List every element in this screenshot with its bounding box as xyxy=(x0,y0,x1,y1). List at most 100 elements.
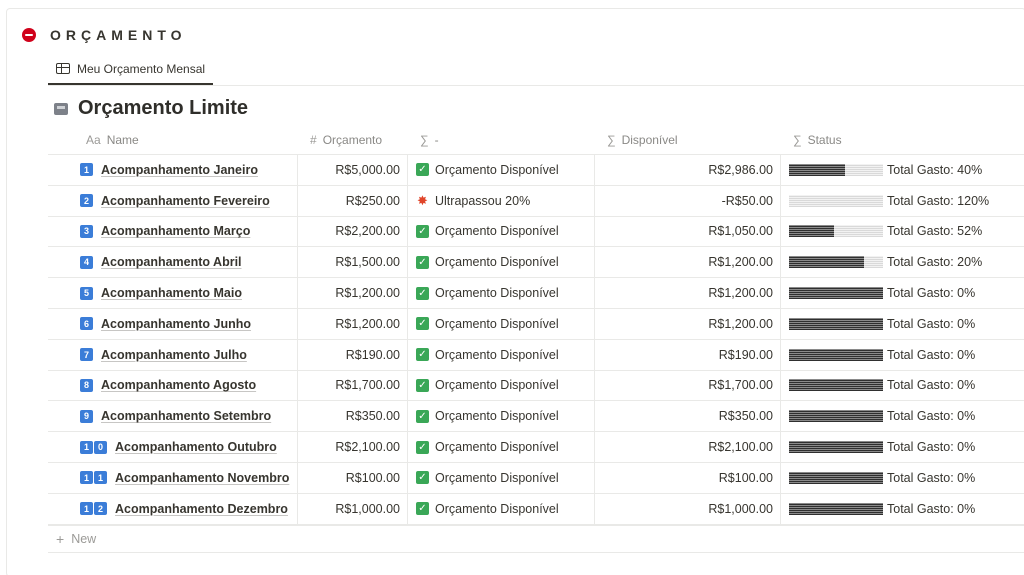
cell-disponivel[interactable]: R$1,000.00 xyxy=(595,493,781,524)
cell-orcamento[interactable]: R$2,100.00 xyxy=(298,432,408,462)
row-title-link[interactable]: Acompanhamento Julho xyxy=(101,348,247,362)
cell-name[interactable]: 1 Acompanhamento Janeiro xyxy=(48,155,298,185)
keycap-number-icon: 10 xyxy=(80,440,108,454)
cell-status[interactable]: Total Gasto: 0% xyxy=(781,494,1024,524)
cell-status[interactable]: Total Gasto: 40% xyxy=(781,155,1024,185)
table-row[interactable]: 8 Acompanhamento Agosto R$1,700.00 ✓ Orçamen… xyxy=(48,370,1024,402)
row-title-link[interactable]: Acompanhamento Junho xyxy=(101,317,251,331)
row-title-link[interactable]: Acompanhamento Fevereiro xyxy=(101,194,270,208)
row-title-link[interactable]: Acompanhamento Outubro xyxy=(115,440,277,454)
progress-bar-fill xyxy=(789,163,846,176)
section-title[interactable]: ORÇAMENTO xyxy=(50,27,187,43)
cell-name[interactable]: 8 Acompanhamento Agosto xyxy=(48,370,298,401)
cell-status[interactable]: Total Gasto: 0% xyxy=(781,463,1024,493)
cell-name[interactable]: 9 Acompanhamento Setembro xyxy=(48,401,298,432)
cell-formula[interactable]: ✓ Orçamento Disponível xyxy=(408,462,595,493)
cell-orcamento[interactable]: R$1,000.00 xyxy=(298,493,408,524)
cell-name[interactable]: 5 Acompanhamento Maio xyxy=(48,278,298,308)
row-title-link[interactable]: Acompanhamento Agosto xyxy=(101,378,256,392)
cell-orcamento[interactable]: R$1,200.00 xyxy=(298,308,408,339)
cell-orcamento[interactable]: R$250.00 xyxy=(298,185,408,216)
row-title-link[interactable]: Acompanhamento Novembro xyxy=(115,471,289,485)
cell-formula[interactable]: ✓ Orçamento Disponível xyxy=(408,370,595,401)
cell-orcamento[interactable]: R$1,500.00 xyxy=(298,247,408,278)
cell-status[interactable]: Total Gasto: 20% xyxy=(781,247,1024,277)
cell-formula[interactable]: ✓ Orçamento Disponível xyxy=(408,493,595,524)
progress-bar-fill xyxy=(789,410,883,423)
cell-name[interactable]: 1 2 Acompanhamento Dezembro xyxy=(48,493,298,524)
row-title-link[interactable]: Acompanhamento Maio xyxy=(101,286,242,300)
cell-disponivel[interactable]: R$1,050.00 xyxy=(595,216,781,247)
row-title-link[interactable]: Acompanhamento Janeiro xyxy=(101,163,258,177)
column-header-name[interactable]: Aa Name xyxy=(48,125,298,154)
cell-orcamento[interactable]: R$350.00 xyxy=(298,401,408,432)
cell-disponivel[interactable]: R$2,986.00 xyxy=(595,155,781,185)
cell-formula[interactable]: ✓ Orçamento Disponível xyxy=(408,216,595,247)
cell-name[interactable]: 6 Acompanhamento Junho xyxy=(48,308,298,339)
cell-status[interactable]: Total Gasto: 0% xyxy=(781,432,1024,462)
cell-disponivel[interactable]: R$350.00 xyxy=(595,401,781,432)
cell-disponivel[interactable]: R$1,200.00 xyxy=(595,308,781,339)
card-index-icon[interactable] xyxy=(54,102,68,115)
cell-formula[interactable]: ✓ Orçamento Disponível xyxy=(408,401,595,432)
cell-orcamento[interactable]: R$1,700.00 xyxy=(298,370,408,401)
table-row[interactable]: 5 Acompanhamento Maio R$1,200.00 ✓ Orçamento… xyxy=(48,278,1024,309)
cell-formula[interactable]: ✓ Orçamento Disponível xyxy=(408,247,595,278)
cell-name[interactable]: 2 Acompanhamento Fevereiro xyxy=(48,185,298,216)
cell-disponivel[interactable]: R$190.00 xyxy=(595,339,781,370)
table-row[interactable]: 1 0 Acompanhamento Outubro R$2,100.00 ✓ Orçam… xyxy=(48,432,1024,463)
table-row[interactable]: 6 Acompanhamento Junho R$1,200.00 ✓ Orçament… xyxy=(48,308,1024,340)
cell-formula[interactable]: ✸ Ultrapassou 20% xyxy=(408,185,595,216)
cell-name[interactable]: 4 Acompanhamento Abril xyxy=(48,247,298,278)
cell-orcamento[interactable]: R$100.00 xyxy=(298,462,408,493)
table-row[interactable]: 7 Acompanhamento Julho R$190.00 ✓ Orçamento … xyxy=(48,339,1024,371)
no-entry-icon[interactable] xyxy=(22,28,36,42)
cell-orcamento[interactable]: R$2,200.00 xyxy=(298,216,408,247)
cell-status[interactable]: Total Gasto: 120% xyxy=(781,186,1024,216)
cell-name[interactable]: 1 1 Acompanhamento Novembro xyxy=(48,462,298,493)
table-row[interactable]: 4 Acompanhamento Abril R$1,500.00 ✓ Orçament… xyxy=(48,247,1024,279)
cell-status[interactable]: Total Gasto: 0% xyxy=(781,340,1024,370)
new-row-button[interactable]: + New xyxy=(48,525,1024,553)
table-row[interactable]: 9 Acompanhamento Setembro R$350.00 ✓ Orçamen… xyxy=(48,401,1024,433)
progress-bar-track xyxy=(845,163,883,176)
cell-disponivel[interactable]: -R$50.00 xyxy=(595,185,781,216)
cell-formula[interactable]: ✓ Orçamento Disponível xyxy=(408,155,595,185)
cell-formula[interactable]: ✓ Orçamento Disponível xyxy=(408,339,595,370)
table-row[interactable]: 1 2 Acompanhamento Dezembro R$1,000.00 ✓ Orça… xyxy=(48,493,1024,525)
column-header-orcamento[interactable]: # Orçamento xyxy=(298,125,408,154)
column-header-disponivel[interactable]: ∑ Disponível xyxy=(595,125,781,154)
column-header-status[interactable]: ∑ Status xyxy=(781,125,1024,154)
cell-orcamento[interactable]: R$5,000.00 xyxy=(298,155,408,185)
row-title-link[interactable]: Acompanhamento Março xyxy=(101,224,250,238)
cell-disponivel[interactable]: R$1,200.00 xyxy=(595,247,781,278)
cell-disponivel[interactable]: R$1,200.00 xyxy=(595,278,781,308)
cell-status[interactable]: Total Gasto: 0% xyxy=(781,309,1024,339)
table-row[interactable]: 2 Acompanhamento Fevereiro R$250.00 ✸ Ultrap… xyxy=(48,185,1024,217)
column-label: Disponível xyxy=(621,132,678,147)
cell-formula[interactable]: ✓ Orçamento Disponível xyxy=(408,432,595,462)
row-title-link[interactable]: Acompanhamento Setembro xyxy=(101,409,271,423)
cell-status[interactable]: Total Gasto: 0% xyxy=(781,401,1024,431)
cell-name[interactable]: 3 Acompanhamento Março xyxy=(48,216,298,247)
cell-disponivel[interactable]: R$1,700.00 xyxy=(595,370,781,401)
row-title-link[interactable]: Acompanhamento Dezembro xyxy=(115,502,288,516)
tab-meu-orcamento-mensal[interactable]: Meu Orçamento Mensal xyxy=(48,54,214,85)
cell-status[interactable]: Total Gasto: 52% xyxy=(781,217,1024,247)
table-row[interactable]: 3 Acompanhamento Março R$2,200.00 ✓ Orçament… xyxy=(48,216,1024,248)
cell-disponivel[interactable]: R$2,100.00 xyxy=(595,432,781,462)
cell-orcamento[interactable]: R$190.00 xyxy=(298,339,408,370)
cell-formula[interactable]: ✓ Orçamento Disponível xyxy=(408,278,595,308)
row-title-link[interactable]: Acompanhamento Abril xyxy=(101,255,242,269)
cell-formula[interactable]: ✓ Orçamento Disponível xyxy=(408,308,595,339)
cell-status[interactable]: Total Gasto: 0% xyxy=(781,278,1024,308)
database-title[interactable]: Orçamento Limite xyxy=(78,97,248,120)
cell-name[interactable]: 7 Acompanhamento Julho xyxy=(48,339,298,370)
table-row[interactable]: 1 Acompanhamento Janeiro R$5,000.00 ✓ Orçame… xyxy=(48,155,1024,186)
cell-status[interactable]: Total Gasto: 0% xyxy=(781,371,1024,401)
column-header-formula[interactable]: ∑ - xyxy=(408,125,595,154)
cell-orcamento[interactable]: R$1,200.00 xyxy=(298,278,408,308)
table-row[interactable]: 1 1 Acompanhamento Novembro R$100.00 ✓ Orçame… xyxy=(48,462,1024,494)
cell-disponivel[interactable]: R$100.00 xyxy=(595,462,781,493)
cell-name[interactable]: 1 0 Acompanhamento Outubro xyxy=(48,432,298,462)
